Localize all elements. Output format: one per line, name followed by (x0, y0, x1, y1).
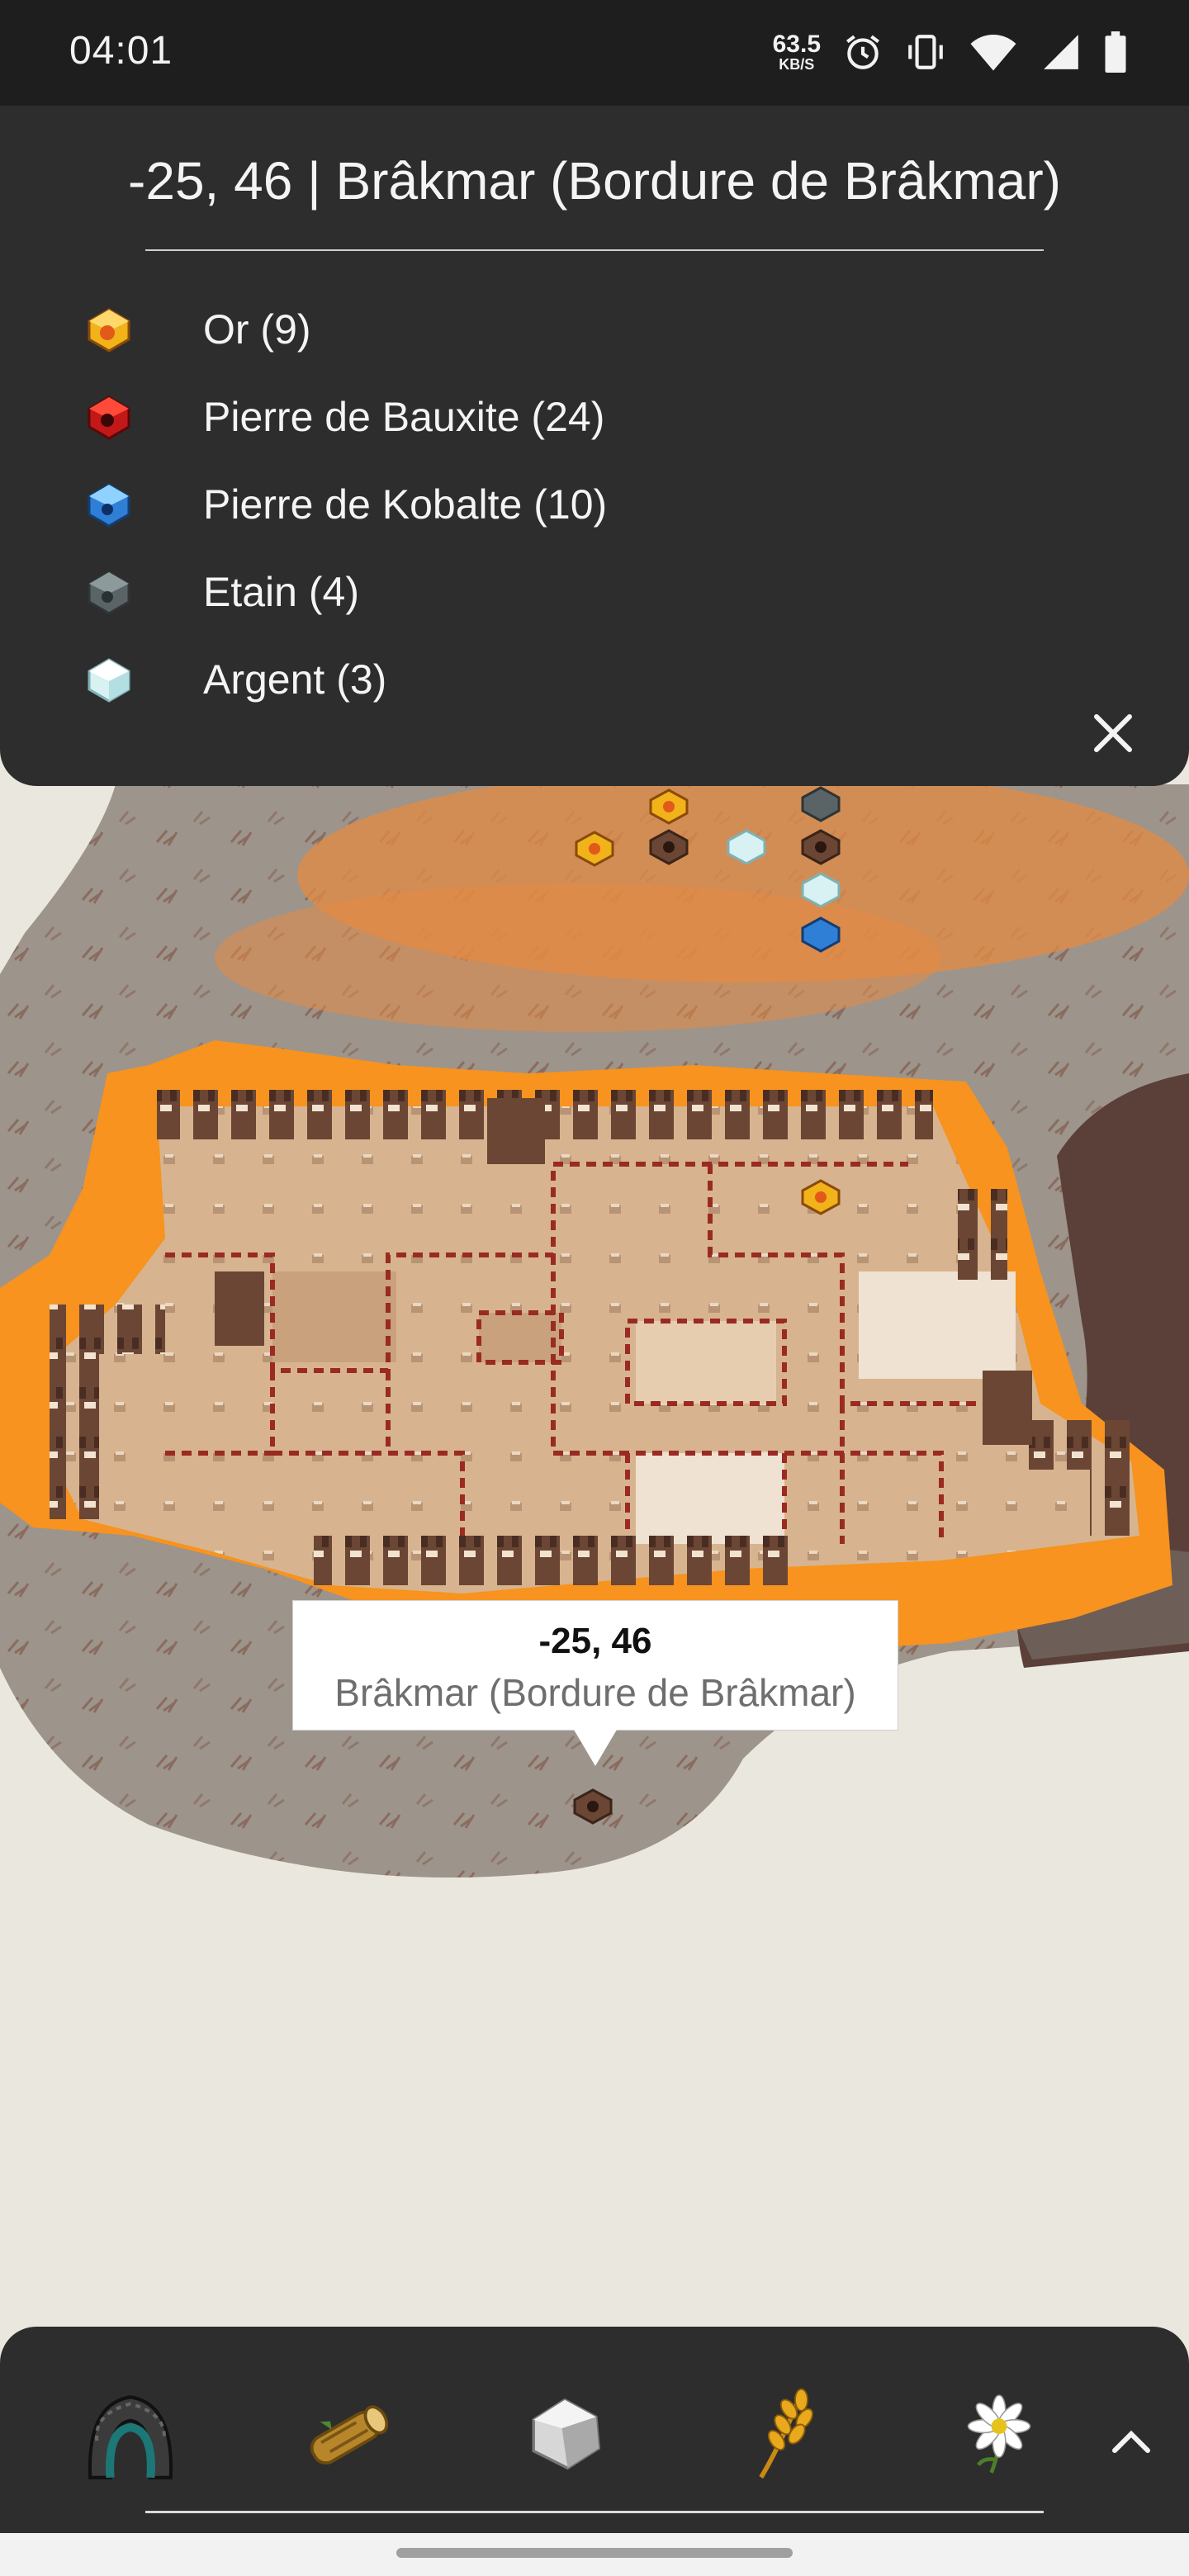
alchemist-icon (967, 2394, 1031, 2474)
tin-ore-icon (79, 562, 139, 622)
panel-divider (145, 249, 1044, 251)
resource-list: Or (9) Pierre de Bauxite (24) Pierre de … (79, 286, 607, 723)
resource-label-silver: Argent (3) (203, 656, 387, 703)
status-bar: 04:01 63.5 KB/S (0, 0, 1189, 106)
net-speed-value: 63.5 (772, 31, 821, 58)
resource-item-tin[interactable]: Etain (4) (79, 548, 607, 636)
resource-label-gold: Or (9) (203, 306, 311, 353)
expand-toolbar-button[interactable] (1098, 2409, 1164, 2475)
map-info-panel: -25, 46 | Brâkmar (Bordure de Brâkmar) O… (0, 106, 1189, 786)
miner-icon (532, 2398, 601, 2470)
panel-title: -25, 46 | Brâkmar (Bordure de Brâkmar) (128, 151, 1061, 211)
battery-icon (1105, 31, 1126, 73)
resource-label-cobalt: Pierre de Kobalte (10) (203, 481, 608, 528)
system-nav-bar (0, 2533, 1189, 2576)
wifi-icon (970, 35, 1016, 71)
toolbar-divider (145, 2511, 1044, 2513)
tool-hunter-button[interactable] (73, 2376, 188, 2492)
tooltip-coordinates: -25, 46 (538, 1621, 652, 1661)
signal-icon (1044, 35, 1078, 69)
resource-item-cobalt[interactable]: Pierre de Kobalte (10) (79, 461, 607, 548)
resource-label-tin: Etain (4) (203, 569, 359, 615)
tooltip-region: Brâkmar (Bordure de Brâkmar) (334, 1671, 856, 1714)
alarm-icon (846, 35, 879, 69)
tooltip-arrow (574, 1730, 617, 1766)
tool-miner-button[interactable] (507, 2376, 623, 2492)
resource-item-silver[interactable]: Argent (3) (79, 636, 607, 723)
home-gesture-handle[interactable] (396, 2548, 793, 2558)
lumberjack-icon (310, 2405, 389, 2465)
tool-alchemist-button[interactable] (941, 2376, 1057, 2492)
vibrate-icon (908, 35, 943, 69)
tool-farmer-button[interactable] (725, 2376, 841, 2492)
resource-item-gold[interactable]: Or (9) (79, 286, 607, 373)
chevron-up-icon (1112, 2430, 1150, 2453)
resource-label-bauxite: Pierre de Bauxite (24) (203, 394, 605, 440)
gold-ore-icon (79, 300, 139, 359)
tool-lumberjack-button[interactable] (291, 2376, 406, 2492)
close-icon (1094, 714, 1132, 752)
close-panel-button[interactable] (1083, 703, 1143, 763)
farmer-icon (759, 2388, 813, 2479)
net-speed-unit: KB/S (779, 56, 815, 73)
status-time: 04:01 (69, 29, 173, 73)
map-tooltip: -25, 46 Brâkmar (Bordure de Brâkmar) (292, 1600, 898, 1766)
cobalt-ore-icon (79, 475, 139, 534)
hunter-icon (88, 2395, 173, 2479)
resource-item-bauxite[interactable]: Pierre de Bauxite (24) (79, 373, 607, 461)
status-icons: 63.5 KB/S (773, 25, 1128, 79)
profession-toolbar (0, 2327, 1189, 2533)
bauxite-ore-icon (79, 387, 139, 447)
silver-ore-icon (79, 650, 139, 709)
app-root: 04:01 63.5 KB/S -25, 46 Brâkmar (Bordure… (0, 0, 1189, 2576)
net-speed: 63.5 KB/S (772, 31, 821, 73)
